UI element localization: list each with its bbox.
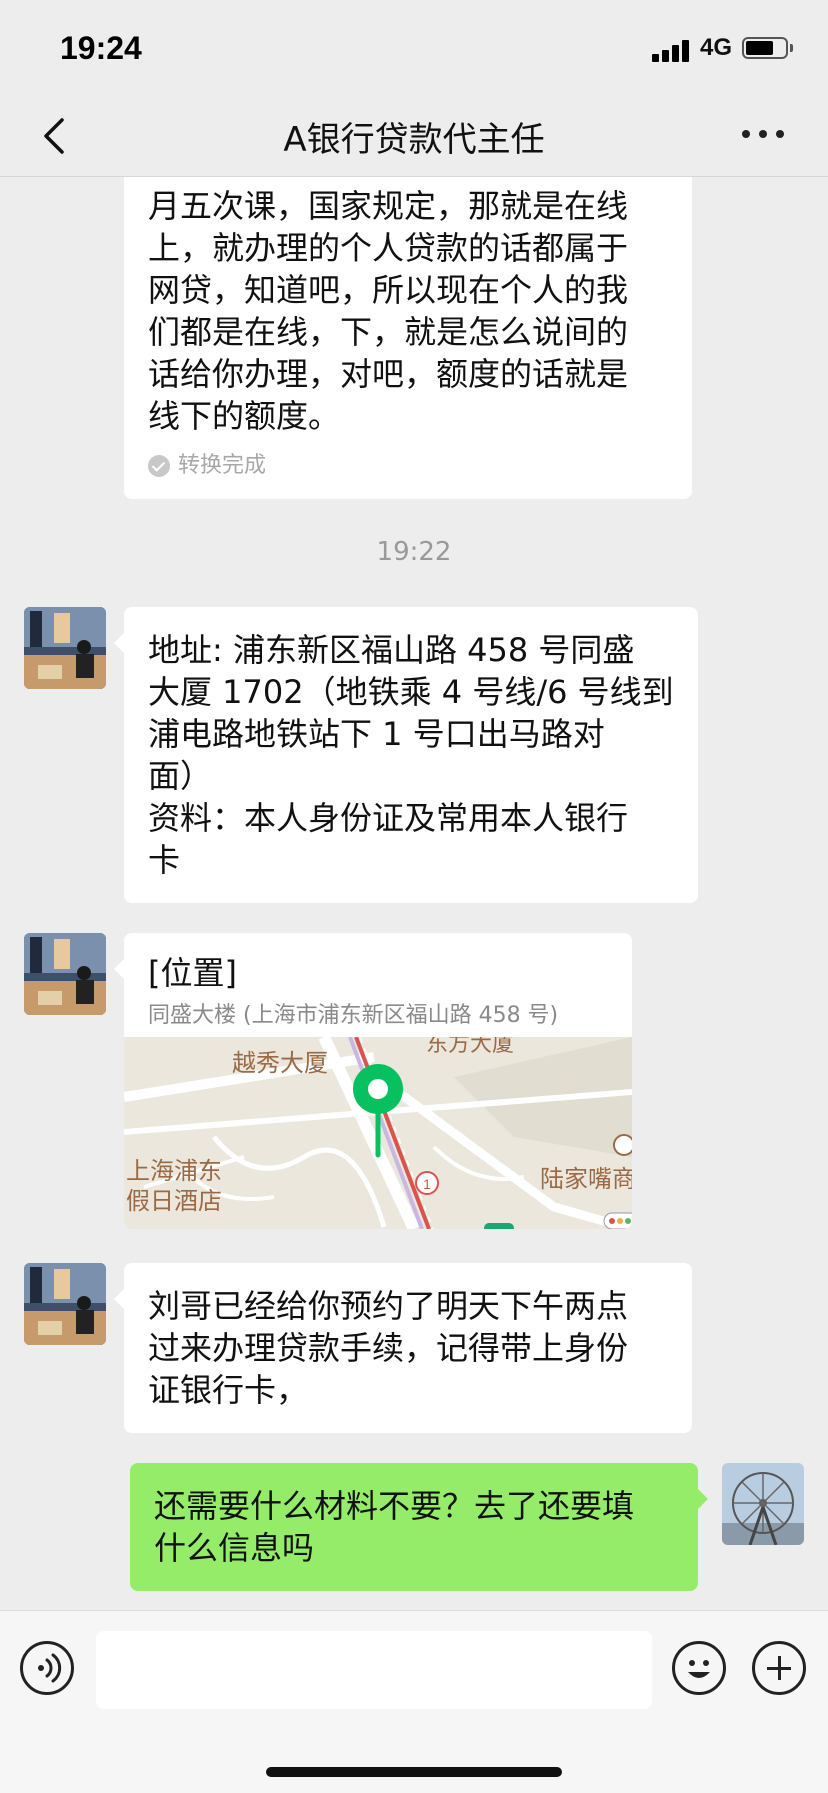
message-line: 什么信息吗 <box>154 1529 315 1567</box>
nav-bar: A银行贷款代主任 <box>0 96 828 177</box>
plus-icon[interactable] <box>752 1641 806 1695</box>
map-label: 上海浦东 <box>126 1157 222 1185</box>
message-input[interactable] <box>96 1631 652 1709</box>
map-label: 越秀大厦 <box>232 1049 328 1077</box>
emoji-icon[interactable] <box>672 1641 726 1695</box>
message-line: 话给你办理，对吧，额度的话就是 <box>148 355 629 393</box>
signal-icon <box>652 38 692 62</box>
message-line: 证银行卡， <box>148 1371 309 1409</box>
message-line: 网贷，知道吧，所以现在个人的我 <box>148 271 629 309</box>
battery-level <box>746 41 773 55</box>
message-bubble[interactable]: 月五次课，国家规定，那就是在线 上，就办理的个人贷款的话都属于 网贷，知道吧，所… <box>124 177 692 499</box>
message-line: 浦电路地铁站下 1 号口出马路对 <box>148 715 605 753</box>
message-bubble[interactable]: 地址: 浦东新区福山路 458 号同盛 大厦 1702（地铁乘 4 号线/6 号… <box>114 607 698 903</box>
more-icon[interactable] <box>742 130 786 142</box>
timestamp: 19:22 <box>376 537 452 567</box>
battery-tip <box>790 44 793 52</box>
message-line: 们都是在线，下，就是怎么说间的 <box>148 313 629 351</box>
location-title: [位置] <box>148 954 237 992</box>
map-label: 假日酒店 <box>126 1187 222 1215</box>
location-card[interactable]: [位置] 同盛大楼 (上海市浦东新区福山路 458 号) 1 越秀大厦 东方大厦… <box>114 933 632 1229</box>
battery-icon <box>742 37 788 59</box>
status-time: 19:24 <box>60 30 142 66</box>
message-line: 上，就办理的个人贷款的话都属于 <box>148 229 629 267</box>
message-line: 月五次课，国家规定，那就是在线 <box>148 187 629 225</box>
message-line: 还需要什么材料不要？去了还要填 <box>154 1487 635 1525</box>
convert-status-label: 转换完成 <box>178 453 267 478</box>
location-map[interactable]: 1 越秀大厦 东方大厦 上海浦东 假日酒店 陆家嘴商 <box>124 1037 632 1229</box>
avatar[interactable] <box>24 607 106 689</box>
input-bar <box>0 1610 828 1793</box>
avatar[interactable] <box>24 933 106 1015</box>
message-line: 大厦 1702（地铁乘 4 号线/6 号线到 <box>148 673 674 711</box>
message-line: 面） <box>148 757 213 795</box>
message-line: 资料：本人身份证及常用本人银行 <box>148 799 629 837</box>
message-line: 过来办理贷款手续，记得带上身份 <box>148 1329 629 1367</box>
home-indicator <box>266 1767 562 1777</box>
chat-area[interactable]: 月五次课，国家规定，那就是在线 上，就办理的个人贷款的话都属于 网贷，知道吧，所… <box>0 177 828 1610</box>
message-line: 线下的额度。 <box>148 397 341 435</box>
map-label: 陆家嘴商 <box>540 1165 632 1193</box>
my-avatar[interactable] <box>722 1463 804 1545</box>
message-line: 刘哥已经给你预约了明天下午两点 <box>148 1287 629 1325</box>
metro-exit-label: 1 <box>423 1176 431 1192</box>
convert-status: 转换完成 <box>148 451 668 481</box>
avatar[interactable] <box>24 1263 106 1345</box>
message-line: 卡 <box>148 841 181 879</box>
voice-icon[interactable] <box>20 1641 74 1695</box>
location-address: 同盛大楼 (上海市浦东新区福山路 458 号) <box>148 1003 559 1028</box>
my-message-bubble[interactable]: 还需要什么材料不要？去了还要填 什么信息吗 <box>130 1463 708 1591</box>
map-label: 东方大厦 <box>426 1037 514 1057</box>
chat-title: A银行贷款代主任 <box>283 120 545 160</box>
check-icon <box>148 455 170 477</box>
status-bar: 19:24 4G <box>0 0 828 96</box>
message-bubble[interactable]: 刘哥已经给你预约了明天下午两点 过来办理贷款手续，记得带上身份 证银行卡， <box>114 1263 692 1433</box>
network-type: 4G <box>700 34 733 61</box>
message-line: 地址: 浦东新区福山路 458 号同盛 <box>148 631 635 669</box>
